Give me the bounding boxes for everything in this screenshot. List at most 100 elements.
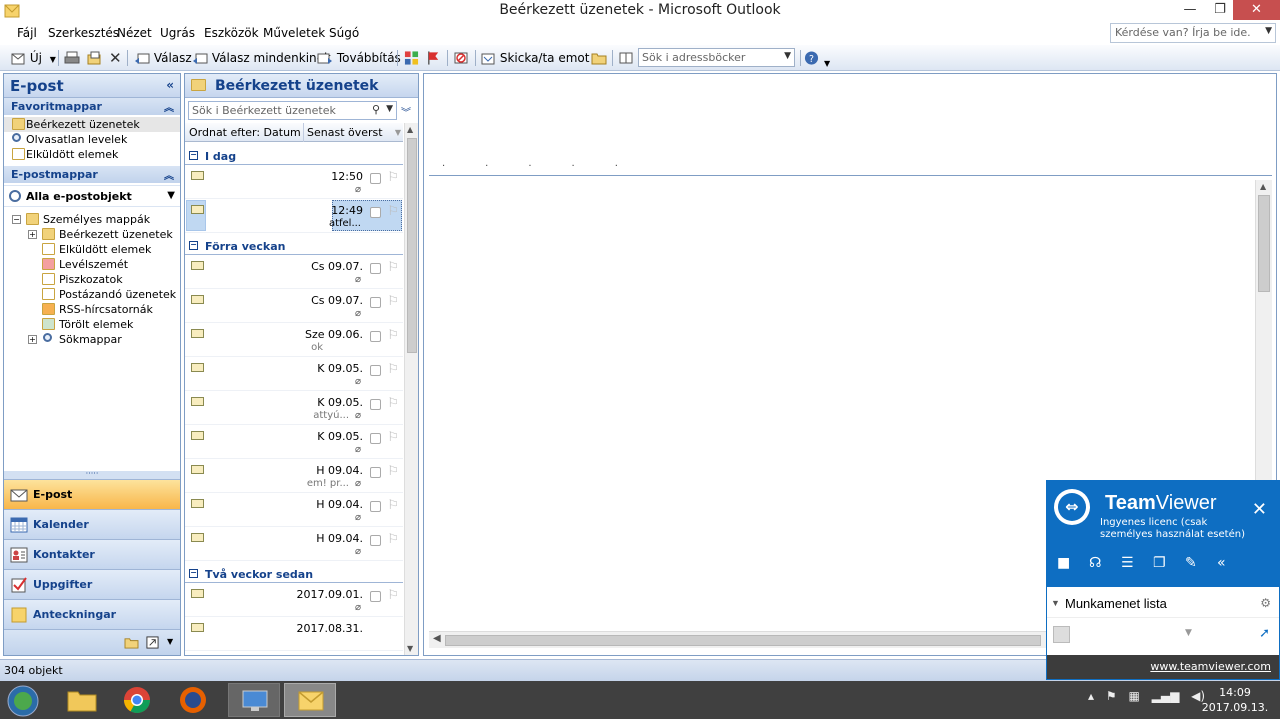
message-row[interactable]: Cs 09.07. ⌀ ⚐ [185,255,403,289]
expand-icon[interactable]: + [28,335,37,344]
tree-sent[interactable]: Elküldött elemek [4,242,180,257]
category-checkbox[interactable] [370,399,381,410]
nav-button-contacts[interactable]: Kontakter [4,539,180,569]
chat-icon[interactable]: ☰ [1121,555,1153,571]
favorite-inbox[interactable]: Beérkezett üzenetek [4,117,180,132]
group-header[interactable]: − Förra veckan [185,233,403,255]
menu-file[interactable]: Fájl [17,26,37,40]
collapse-icon[interactable]: − [12,215,21,224]
print-icon[interactable] [64,49,80,67]
message-row[interactable]: Sze 09.06. ok ⚐ [185,323,403,357]
tree-junk[interactable]: Levélszemét [4,257,180,272]
flag-icon[interactable]: ⚐ [387,260,399,275]
outlook-taskbar-button[interactable] [284,683,336,717]
category-checkbox[interactable] [370,365,381,376]
category-checkbox[interactable] [370,207,381,218]
message-row[interactable]: 12:49 atfel... ⚐ [185,199,403,233]
close-button[interactable]: ✕ [1233,0,1280,20]
flag-icon[interactable]: ⚐ [387,588,399,603]
tree-inbox[interactable]: + Beérkezett üzenetek [4,227,180,242]
open-folder-icon[interactable] [591,49,607,67]
folder-list-icon[interactable] [124,636,139,649]
session-participant[interactable]: ▼ ➚ [1047,617,1279,651]
group-header[interactable]: − I dag [185,143,403,165]
message-row[interactable]: 2017.09.01. ⌀ ⚐ [185,583,403,617]
chevron-down-icon[interactable]: ▼ [50,55,56,64]
category-checkbox[interactable] [370,297,381,308]
flag-icon[interactable]: ⚐ [387,204,399,219]
move-to-folder-icon[interactable] [86,49,102,67]
delete-icon[interactable]: ✕ [109,49,122,67]
category-checkbox[interactable] [370,467,381,478]
teamviewer-taskbar-button[interactable] [228,683,280,717]
file-transfer-icon[interactable]: ❐ [1153,555,1185,571]
message-row[interactable]: H 09.04. ⌀ ⚐ [185,527,403,561]
favorite-unread[interactable]: Olvasatlan levelek [4,132,180,147]
scroll-left-icon[interactable]: ◀ [433,633,441,644]
group-header[interactable]: − Två veckor sedan [185,561,403,583]
send-receive-button[interactable]: Skicka/ta emot ▼ [480,49,605,67]
arrange-by-date[interactable]: Ordnat efter: Datum [189,123,301,142]
address-book-search-input[interactable]: Sök i adressböcker ▼ [638,48,795,67]
message-row[interactable]: 12:50 ⌀ ⚐ [185,165,403,199]
menu-actions[interactable]: Műveletek [263,26,325,40]
collapse-icon[interactable]: − [189,151,198,160]
tree-search-folders[interactable]: + Sökmappar [4,332,180,347]
tree-rss[interactable]: RSS-hírcsatornák [4,302,180,317]
taskbar-clock[interactable]: 14:09 2017.09.13. [1200,685,1270,715]
menu-edit[interactable]: Szerkesztés [48,26,119,40]
dropdown-arrow-icon[interactable]: ▼ [784,51,791,61]
flag-icon[interactable]: ⚐ [387,532,399,547]
scrollbar-thumb[interactable] [445,635,1041,646]
category-checkbox[interactable] [370,263,381,274]
message-row[interactable]: K 09.05. attyú... ⌀ ⚐ [185,391,403,425]
flag-icon[interactable]: ⚐ [387,464,399,479]
scroll-up-icon[interactable]: ▲ [407,125,413,134]
collapse-pane-icon[interactable]: « [166,78,174,92]
chevron-up-icon[interactable]: ︽ [164,99,174,114]
tree-outbox[interactable]: Postázandó üzenetek [4,287,180,302]
help-icon[interactable]: ? [804,49,819,67]
flag-icon[interactable]: ⚐ [387,396,399,411]
follow-up-flag-icon[interactable] [426,49,441,67]
tree-deleted[interactable]: Törölt elemek [4,317,180,332]
menu-go[interactable]: Ugrás [160,26,195,40]
message-row[interactable]: K 09.05. ⌀ ⚐ [185,425,403,459]
collapse-icon[interactable]: « [1217,555,1249,571]
favorites-header[interactable]: Favoritmappar ︽ [4,98,180,115]
reply-all-button[interactable]: Válasz mindenkinek [192,49,331,67]
junk-mail-icon[interactable] [453,49,469,67]
tree-personal-folders[interactable]: − Személyes mappák [4,212,180,227]
help-search-input[interactable]: Kérdése van? Írja be ide. ▼ [1110,23,1276,43]
flag-icon[interactable]: ⚐ [387,328,399,343]
teamviewer-website-link[interactable]: www.teamviewer.com [1047,655,1279,679]
dropdown-arrow-icon[interactable]: ▼ [1265,26,1272,36]
category-checkbox[interactable] [370,501,381,512]
new-button[interactable]: Új ▼ [10,49,56,67]
flag-icon[interactable]: ⚑ [1106,689,1117,703]
collapse-icon[interactable]: − [189,241,198,250]
message-row[interactable]: K 09.05. ⌀ ⚐ [185,357,403,391]
message-row[interactable]: Cs 09.07. ⌀ ⚐ [185,289,403,323]
message-row[interactable]: 2017.08.31. [185,617,403,651]
dropdown-arrow-icon[interactable]: ▼ [167,190,175,201]
video-icon[interactable]: ■ [1057,555,1089,571]
categorize-icon[interactable] [404,49,419,67]
reply-button[interactable]: Válasz [134,49,192,67]
teamviewer-close-icon[interactable]: ✕ [1252,499,1267,520]
menu-tools[interactable]: Eszközök [204,26,259,40]
message-row[interactable]: H 09.04. ⌀ ⚐ [185,493,403,527]
category-checkbox[interactable] [370,433,381,444]
scrollbar-thumb[interactable] [1258,195,1270,292]
nav-button-tasks[interactable]: Uppgifter [4,569,180,599]
nav-button-notes[interactable]: Anteckningar [4,599,180,629]
nav-button-calendar[interactable]: Kalender [4,509,180,539]
menu-view[interactable]: Nézet [117,26,152,40]
all-mail-items-selector[interactable]: Alla e-postobjekt ▼ [4,185,180,207]
show-hidden-icons-icon[interactable]: ▴ [1088,689,1094,703]
tools-icon[interactable]: ✎ [1185,555,1217,571]
cursor-icon[interactable]: ➚ [1259,626,1270,641]
mail-folders-header[interactable]: E-postmappar ︽ [4,166,180,183]
chevron-up-icon[interactable]: ︽ [164,167,174,182]
flag-icon[interactable]: ⚐ [387,362,399,377]
